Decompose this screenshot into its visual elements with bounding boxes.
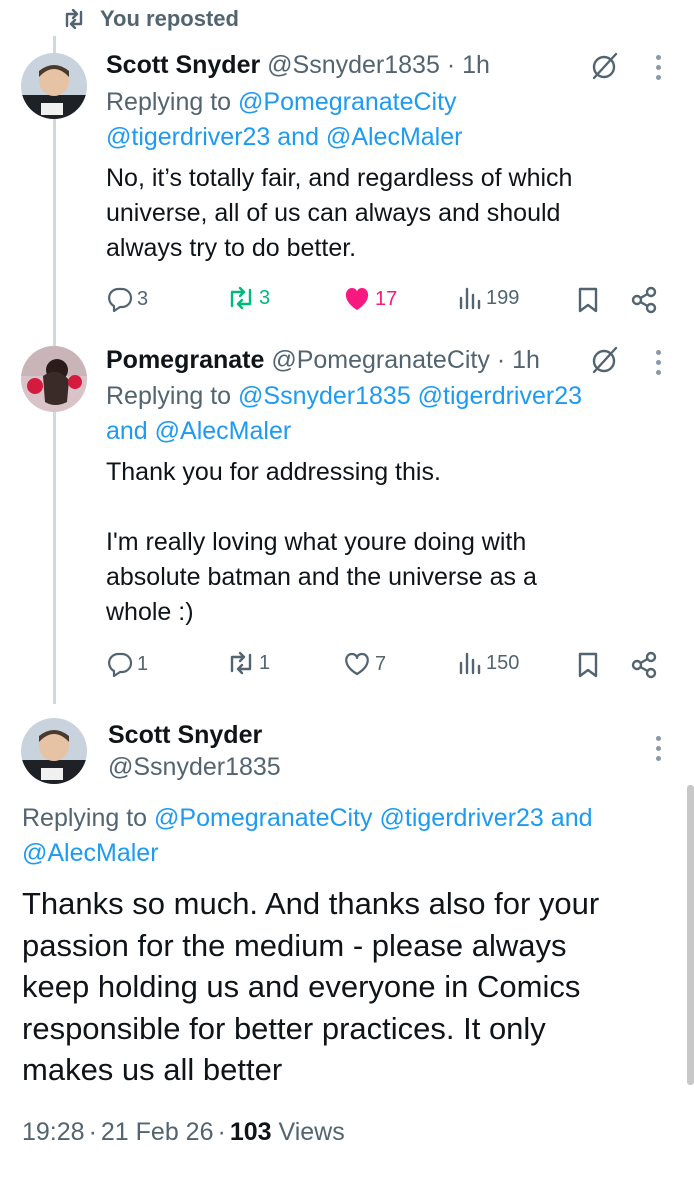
like-count: 17 xyxy=(375,287,398,310)
repost-count: 3 xyxy=(259,286,271,309)
author-name[interactable]: Pomegranate xyxy=(106,346,264,374)
reply-button[interactable]: 1 xyxy=(107,651,148,677)
replying-prefix: Replying to xyxy=(106,382,232,410)
separator: · xyxy=(496,346,506,374)
tweet-meta: 19:28 · 21 Feb 26 · 103 Views xyxy=(22,1115,345,1149)
tweet-text: No, it’s totally fair, and regardless of… xyxy=(106,164,573,262)
bookmark-icon[interactable] xyxy=(577,652,599,678)
reply-icon xyxy=(108,287,133,312)
tweet-header: Pomegranate @PomegranateCity · 1h xyxy=(106,344,540,376)
reply-count: 1 xyxy=(137,652,149,675)
views-count: 103 xyxy=(229,1118,272,1146)
avatar[interactable] xyxy=(21,346,87,412)
views-count: 150 xyxy=(486,651,520,674)
tweet-text: Thank you for addressing this. I'm reall… xyxy=(106,458,537,626)
author-handle[interactable]: @Ssnyder1835 xyxy=(267,51,440,79)
mention-conjunction: and xyxy=(106,417,148,445)
separator: · xyxy=(446,51,456,79)
avatar[interactable] xyxy=(21,718,87,784)
repost-icon xyxy=(65,9,83,29)
grok-icon[interactable] xyxy=(590,346,618,374)
repost-banner: You reposted xyxy=(62,6,239,32)
views-icon xyxy=(459,652,481,675)
mention-link[interactable]: @AlecMaler xyxy=(155,417,292,445)
separator: · xyxy=(217,1118,226,1146)
like-button[interactable]: 17 xyxy=(343,286,397,312)
replying-to: Replying to @Ssnyder1835 @tigerdriver23 … xyxy=(106,379,582,449)
views-icon xyxy=(459,287,481,310)
reply-count: 3 xyxy=(137,287,149,310)
scrollbar[interactable] xyxy=(687,785,694,1085)
mention-link[interactable]: @PomegranateCity @tigerdriver23 and xyxy=(154,804,592,832)
author-name[interactable]: Scott Snyder xyxy=(108,719,262,751)
replying-to: Replying to @PomegranateCity @tigerdrive… xyxy=(22,801,593,871)
reply-icon xyxy=(108,652,133,677)
tweet-text: Thanks so much. And thanks also for your… xyxy=(22,886,600,1087)
mention-link[interactable]: @PomegranateCity xyxy=(238,88,457,116)
share-icon[interactable] xyxy=(630,286,658,314)
timestamp[interactable]: 1h xyxy=(462,51,490,79)
author-handle[interactable]: @PomegranateCity xyxy=(271,346,490,374)
mention-link[interactable]: @tigerdriver23 and @AlecMaler xyxy=(106,123,462,151)
post-time[interactable]: 19:28 xyxy=(22,1118,85,1146)
bookmark-icon[interactable] xyxy=(577,287,599,313)
mention-link[interactable]: @Ssnyder1835 @tigerdriver23 xyxy=(238,382,582,410)
repost-icon xyxy=(230,286,252,310)
share-icon[interactable] xyxy=(630,651,658,679)
author-handle[interactable]: @Ssnyder1835 xyxy=(108,751,281,783)
post-date[interactable]: 21 Feb 26 xyxy=(101,1118,214,1146)
more-icon[interactable] xyxy=(656,55,662,85)
views-label: Views xyxy=(278,1118,345,1146)
more-icon[interactable] xyxy=(656,736,662,766)
like-button[interactable]: 7 xyxy=(343,651,386,677)
like-count: 7 xyxy=(375,652,387,675)
replying-prefix: Replying to xyxy=(22,804,148,832)
reply-button[interactable]: 3 xyxy=(107,286,148,312)
replying-prefix: Replying to xyxy=(106,88,232,116)
views-button[interactable]: 199 xyxy=(458,286,519,310)
author-name[interactable]: Scott Snyder xyxy=(106,51,260,79)
tweet-header: Scott Snyder @Ssnyder1835 · 1h xyxy=(106,49,490,81)
repost-button[interactable]: 3 xyxy=(227,286,270,310)
timestamp[interactable]: 1h xyxy=(512,346,540,374)
repost-button[interactable]: 1 xyxy=(227,651,270,675)
avatar[interactable] xyxy=(21,53,87,119)
more-icon[interactable] xyxy=(656,350,662,380)
grok-icon[interactable] xyxy=(590,52,618,80)
views-button[interactable]: 150 xyxy=(458,651,519,675)
like-icon xyxy=(345,652,369,676)
like-icon xyxy=(345,288,369,310)
views-count: 199 xyxy=(486,286,520,309)
repost-count: 1 xyxy=(259,651,271,674)
replying-to: Replying to @PomegranateCity @tigerdrive… xyxy=(106,85,462,155)
repost-banner-label: You reposted xyxy=(100,6,239,31)
separator: · xyxy=(88,1118,97,1146)
repost-icon xyxy=(230,651,252,675)
mention-link[interactable]: @AlecMaler xyxy=(22,839,159,867)
